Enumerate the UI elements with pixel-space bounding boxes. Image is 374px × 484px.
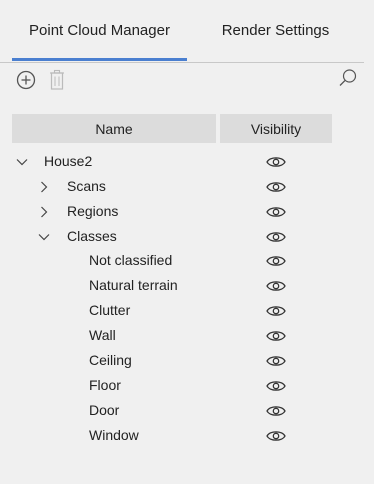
tree-row-label: Not classified [89,252,173,268]
tree-row-label: House2 [44,153,93,169]
eye-icon[interactable] [264,428,288,444]
tree-row-label: Natural terrain [89,277,178,293]
tree-row-label: Scans [67,178,106,194]
eye-icon[interactable] [264,353,288,369]
tree-row-label: Classes [67,228,117,244]
eye-icon[interactable] [264,328,288,344]
eye-icon[interactable] [264,229,288,245]
tree-row-house2[interactable]: House2 [0,150,364,175]
tree-row-label: Wall [89,327,116,343]
tree-row-natural-terrain[interactable]: Natural terrain [0,274,364,299]
tree-row-regions[interactable]: Regions [0,200,364,225]
tree-row-label: Window [89,427,139,443]
tree-row-label: Floor [89,377,121,393]
tree-row-scans[interactable]: Scans [0,175,364,200]
add-button[interactable] [14,68,38,92]
tree-row-window[interactable]: Window [0,424,364,449]
eye-icon[interactable] [264,403,288,419]
tree-row-clutter[interactable]: Clutter [0,299,364,324]
column-header-visibility[interactable]: Visibility [220,114,332,143]
add-circle-icon [16,70,36,90]
chevron-right-icon[interactable] [37,180,51,194]
tree-row-not-classified[interactable]: Not classified [0,249,364,274]
tree-row-label: Regions [67,203,119,219]
tree-row-classes[interactable]: Classes [0,225,364,250]
chevron-down-icon[interactable] [37,230,51,244]
search-button[interactable] [336,66,360,90]
tree-row-label: Clutter [89,302,131,318]
delete-button[interactable] [46,67,68,93]
tab-bar: Point Cloud Manager Render Settings [0,0,364,63]
tree-row-label: Ceiling [89,352,132,368]
active-tab-indicator [12,58,187,61]
chevron-right-icon[interactable] [37,205,51,219]
tab-point-cloud-manager[interactable]: Point Cloud Manager [12,0,187,60]
eye-icon[interactable] [264,278,288,294]
eye-icon[interactable] [264,179,288,195]
trash-icon [50,69,64,90]
tree-row-floor[interactable]: Floor [0,374,364,399]
tab-render-settings[interactable]: Render Settings [187,0,364,60]
column-header-name[interactable]: Name [12,114,216,143]
eye-icon[interactable] [264,204,288,220]
tree-row-ceiling[interactable]: Ceiling [0,349,364,374]
eye-icon[interactable] [264,154,288,170]
tree-row-door[interactable]: Door [0,399,364,424]
eye-icon[interactable] [264,378,288,394]
eye-icon[interactable] [264,253,288,269]
search-icon [339,69,357,86]
tree-row-label: Door [89,402,120,418]
tree-row-wall[interactable]: Wall [0,324,364,349]
eye-icon[interactable] [264,303,288,319]
chevron-down-icon[interactable] [15,155,29,169]
